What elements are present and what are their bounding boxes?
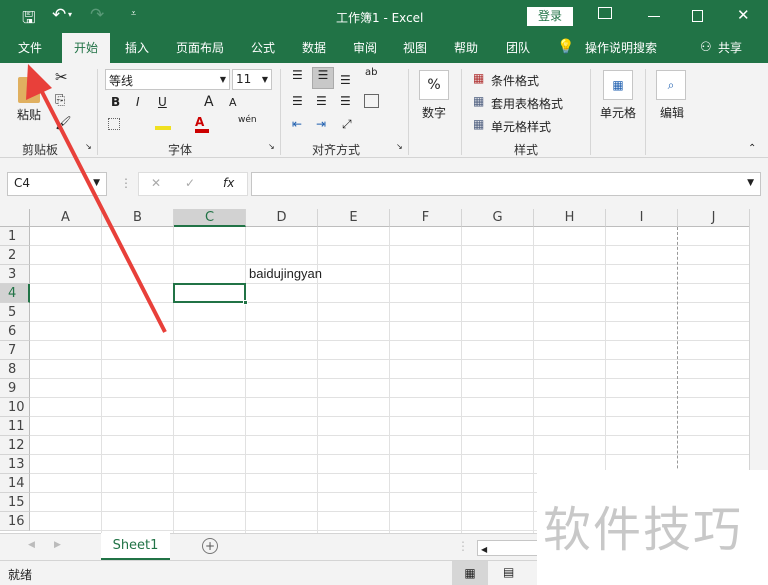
arrow-shaft: [36, 83, 167, 333]
red-arrow-annotation: [26, 64, 167, 333]
arrow-head: [26, 64, 52, 100]
